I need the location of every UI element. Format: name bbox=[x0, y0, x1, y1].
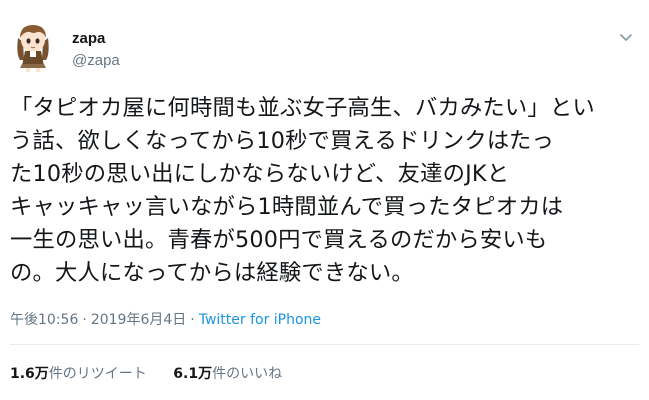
divider bbox=[10, 344, 639, 345]
tweet-text: 「タピオカ屋に何時間も並ぶ女子高生、バカみたい」とい う話、欲しくなってから10… bbox=[10, 92, 642, 290]
tweet-card: zapa @zapa 「タピオカ屋に何時間も並ぶ女子高生、バカみたい」とい う話… bbox=[0, 0, 649, 400]
meta-separator: · bbox=[190, 312, 195, 328]
display-name[interactable]: zapa bbox=[72, 30, 105, 47]
tweet-text-line: 「タピオカ屋に何時間も並ぶ女子高生、バカみたい」とい bbox=[10, 95, 595, 121]
likes-count: 6.1万 bbox=[173, 366, 213, 382]
tweet-text-line: た10秒の思い出にしかならないけど、友達のJKと bbox=[10, 161, 510, 187]
tweet-text-line: う話、欲しくなってから10秒で買えるドリンクはたっ bbox=[10, 128, 554, 154]
tweet-stats: 1.6万件のリツイート 6.1万件のいいね bbox=[10, 363, 304, 383]
tweet-time[interactable]: 午後10:56 bbox=[10, 312, 78, 328]
tweet-text-line: 一生の思い出。青春が500円で買えるのだから安いも bbox=[10, 227, 548, 253]
retweets-stat[interactable]: 1.6万件のリツイート bbox=[10, 363, 147, 383]
user-handle[interactable]: @zapa bbox=[72, 52, 120, 69]
retweets-count: 1.6万 bbox=[10, 366, 49, 382]
meta-separator: · bbox=[82, 312, 87, 328]
tweet-metadata: 午後10:56 · 2019年6月4日 · Twitter for iPhone bbox=[10, 309, 321, 329]
tweet-text-line: の。大人になってからは経験できない。 bbox=[10, 260, 414, 286]
tweet-date[interactable]: 2019年6月4日 bbox=[91, 312, 186, 328]
tweet-source-link[interactable]: Twitter for iPhone bbox=[199, 312, 321, 328]
chevron-down-icon[interactable] bbox=[617, 28, 635, 46]
anime-girl-avatar-icon bbox=[17, 25, 49, 72]
avatar[interactable] bbox=[10, 20, 56, 72]
tweet-text-line: キャッキャッ言いながら1時間並んで買ったタピオカは bbox=[10, 194, 564, 220]
likes-label: 件のいいね bbox=[212, 366, 283, 382]
retweets-label: 件のリツイート bbox=[48, 366, 147, 382]
likes-stat[interactable]: 6.1万件のいいね bbox=[173, 363, 282, 383]
